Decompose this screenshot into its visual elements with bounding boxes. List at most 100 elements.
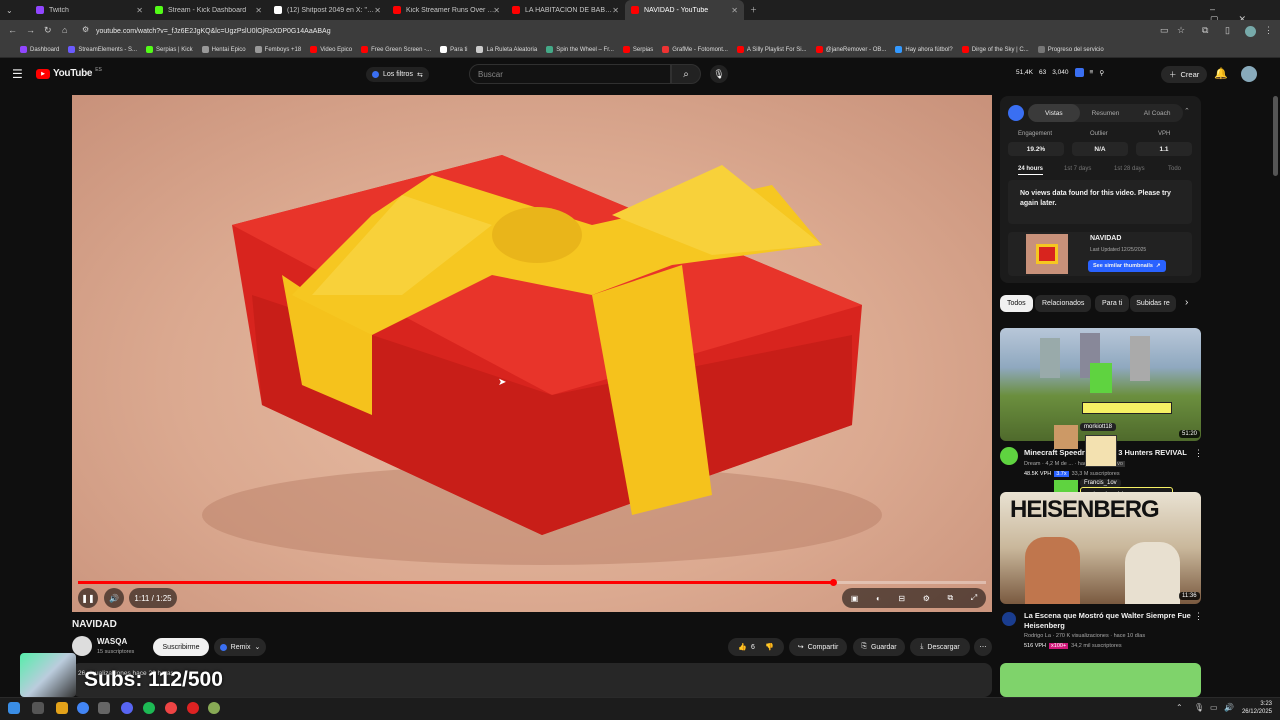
- range-7d[interactable]: 1st 7 days: [1064, 166, 1091, 172]
- chip-todos[interactable]: Todos: [1000, 295, 1033, 312]
- bookmark-item[interactable]: GrafMe - Fotomont...: [662, 46, 728, 53]
- chip-relacionados[interactable]: Relacionados: [1035, 295, 1092, 312]
- bookmark-item[interactable]: La Ruleta Aleatoria: [476, 46, 537, 53]
- system-clock[interactable]: 3:23 26/12/2025: [1238, 700, 1272, 716]
- chip-subidas[interactable]: Subidas re: [1130, 295, 1176, 312]
- collapse-icon[interactable]: ⌃: [1184, 107, 1190, 115]
- tab-vistas[interactable]: Vistas: [1028, 104, 1080, 122]
- pin-icon[interactable]: ⚲: [1099, 69, 1104, 77]
- chip-para-ti[interactable]: Para ti: [1095, 295, 1130, 312]
- video-player[interactable]: [72, 95, 992, 612]
- app-icon[interactable]: [165, 702, 177, 714]
- volume-button[interactable]: 🔊: [104, 588, 124, 608]
- profile-avatar[interactable]: [1245, 26, 1256, 37]
- windows-start-icon[interactable]: [8, 702, 20, 714]
- share-button[interactable]: ↪ Compartir: [789, 638, 847, 656]
- bookmark-item[interactable]: Free Green Screen -...: [361, 46, 431, 53]
- network-icon[interactable]: ▭: [1210, 703, 1218, 712]
- bookmark-item[interactable]: Serpias: [622, 46, 653, 53]
- download-button[interactable]: ⤓ Descargar: [910, 638, 970, 656]
- bookmark-star-icon[interactable]: ☆: [1177, 25, 1185, 36]
- chevron-right-icon[interactable]: ›: [1185, 297, 1188, 308]
- bookmark-item[interactable]: Dirge of the Sky | C...: [961, 46, 1029, 53]
- close-icon[interactable]: ✕: [493, 6, 500, 15]
- related-channel[interactable]: Dream: [1024, 461, 1041, 467]
- search-icon[interactable]: [32, 702, 44, 714]
- voice-search-button[interactable]: 🎙: [710, 65, 728, 83]
- fullscreen-icon[interactable]: ⤢: [971, 593, 977, 603]
- related-title[interactable]: La Escena que Mostró que Walter Siempre …: [1024, 611, 1194, 631]
- tab-ai-coach[interactable]: AI Coach: [1131, 104, 1183, 122]
- tab-twitch[interactable]: ⌄: [0, 0, 30, 20]
- progress-bar-remaining[interactable]: [834, 581, 986, 584]
- channel-name[interactable]: WASQA: [97, 637, 127, 646]
- file-explorer-icon[interactable]: [56, 702, 68, 714]
- menu-kebab-icon[interactable]: ⋮: [1264, 25, 1273, 36]
- related-channel[interactable]: Rodrigo La: [1024, 633, 1051, 639]
- dislike-icon[interactable]: 👎: [765, 643, 774, 651]
- page-scrollbar[interactable]: [1273, 96, 1278, 176]
- browser-tab[interactable]: (12) Shitpost 2049 en X: "https: ✕: [268, 0, 387, 20]
- pause-button[interactable]: ❚❚: [78, 588, 98, 608]
- close-icon[interactable]: ✕: [374, 6, 381, 15]
- bookmark-item[interactable]: Para ti: [440, 46, 467, 53]
- spotify-icon[interactable]: [143, 702, 155, 714]
- more-vertical-icon[interactable]: ⋮: [1194, 448, 1203, 459]
- channel-avatar[interactable]: [1002, 612, 1016, 626]
- sidebar-icon[interactable]: ▯: [1225, 25, 1230, 36]
- bookmark-item[interactable]: Femboys +18: [254, 46, 301, 53]
- hamburger-menu-icon[interactable]: ☰: [12, 67, 23, 81]
- browser-tab-active[interactable]: NAVIDAD - YouTube ✕: [625, 0, 744, 20]
- obs-icon[interactable]: [187, 702, 199, 714]
- browser-tab[interactable]: LA HABITACION DE BABYFLOO✕: [506, 0, 625, 20]
- settings-gear-icon[interactable]: ⚙: [923, 594, 930, 603]
- close-icon[interactable]: ✕: [136, 6, 143, 15]
- user-avatar[interactable]: [1241, 66, 1257, 82]
- filters-button[interactable]: Los filtros ⇆: [366, 67, 429, 82]
- tab-list-icon[interactable]: ⌄: [6, 6, 13, 15]
- similar-thumbnails-button[interactable]: See similar thumbnails ↗: [1088, 260, 1166, 272]
- browser-tab[interactable]: Twitch ✕: [30, 0, 149, 20]
- remix-button[interactable]: Remix ⌄: [214, 638, 266, 656]
- tab-resumen[interactable]: Resumen: [1080, 104, 1132, 122]
- bookmark-item[interactable]: Hay ahora fútbol?: [895, 46, 953, 53]
- close-icon[interactable]: ✕: [255, 6, 262, 15]
- search-input[interactable]: Buscar: [469, 64, 671, 84]
- url-field[interactable]: youtube.com/watch?v=_fJz6E2JgKQ&lc=UgzPs…: [96, 28, 331, 35]
- channel-avatar[interactable]: [1000, 447, 1018, 465]
- bookmark-item[interactable]: Serpias | Kick: [146, 46, 193, 53]
- microphone-icon[interactable]: 🎙: [1194, 703, 1204, 712]
- range-28d[interactable]: 1st 28 days: [1114, 166, 1145, 172]
- like-icon[interactable]: 👍: [738, 643, 747, 651]
- list-icon[interactable]: ≡: [1090, 69, 1094, 76]
- discord-icon[interactable]: [121, 702, 133, 714]
- site-info-icon[interactable]: ⚙: [82, 25, 89, 34]
- youtube-logo[interactable]: ▶ YouTube ES: [36, 67, 102, 79]
- tray-chevron-icon[interactable]: ⌃: [1176, 703, 1183, 712]
- close-icon[interactable]: ✕: [612, 6, 619, 15]
- progress-bar-played[interactable]: [78, 581, 834, 584]
- bookmark-item[interactable]: StreamElements - S...: [68, 46, 137, 53]
- bookmark-item[interactable]: @janeRemover - OB...: [815, 46, 886, 53]
- search-button[interactable]: ⌕: [671, 64, 701, 84]
- bookmark-item[interactable]: Video Epico: [310, 46, 352, 53]
- forward-icon[interactable]: →: [26, 25, 35, 35]
- more-vertical-icon[interactable]: ⋮: [1194, 611, 1203, 622]
- progress-scrubber[interactable]: [830, 579, 837, 586]
- app-icon[interactable]: [208, 702, 220, 714]
- vidiq-player-icon[interactable]: ▣: [851, 594, 859, 603]
- reload-icon[interactable]: ↻: [44, 25, 52, 36]
- app-icon[interactable]: [98, 702, 110, 714]
- related-thumbnail[interactable]: [1000, 663, 1201, 697]
- range-all[interactable]: Todo: [1168, 166, 1181, 172]
- new-tab-button[interactable]: ＋: [744, 0, 764, 20]
- home-icon[interactable]: ⌂: [62, 25, 67, 35]
- subscribe-button[interactable]: Suscribirme: [153, 638, 209, 656]
- bookmark-item[interactable]: Progreso del servicio: [1037, 46, 1104, 53]
- chrome-icon[interactable]: [77, 702, 89, 714]
- save-button[interactable]: ⎘ Guardar: [853, 638, 905, 656]
- vidiq-icon[interactable]: [1074, 68, 1084, 77]
- notifications-bell-icon[interactable]: 🔔: [1214, 67, 1228, 80]
- close-icon[interactable]: ✕: [731, 6, 738, 15]
- cast-icon[interactable]: ▭: [1160, 25, 1169, 36]
